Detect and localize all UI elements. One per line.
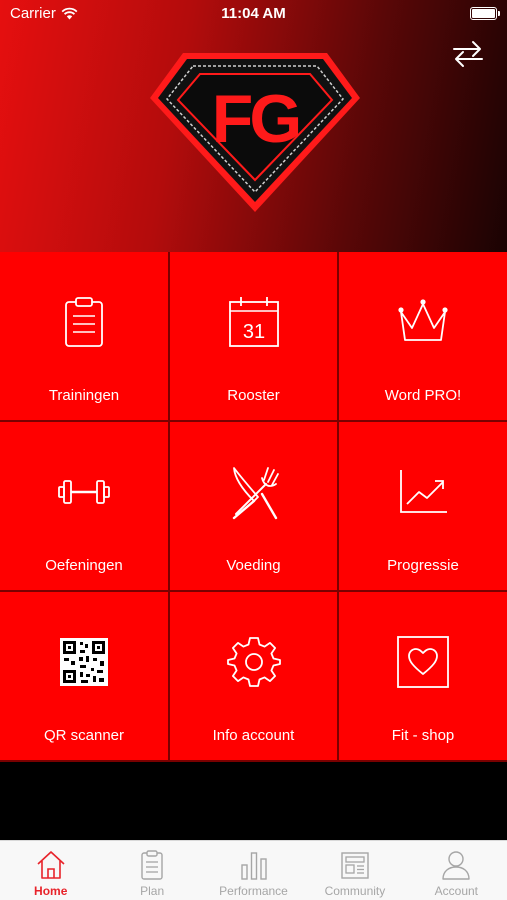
tile-info-account[interactable]: Info account	[170, 592, 339, 762]
tab-account[interactable]: Account	[406, 841, 507, 900]
crown-icon	[398, 299, 448, 341]
tile-word-pro[interactable]: Word PRO!	[339, 252, 507, 422]
plan-icon	[141, 850, 163, 880]
clipboard-icon	[65, 297, 103, 347]
tab-label: Account	[434, 884, 478, 898]
tile-voeding[interactable]: Voeding	[170, 422, 339, 592]
tile-label: Rooster	[227, 387, 280, 404]
tile-label: Voeding	[226, 557, 281, 574]
home-icon	[37, 851, 65, 879]
tab-home[interactable]: Home	[0, 841, 101, 900]
logo-text: FG	[212, 81, 299, 157]
brand-logo: FG	[150, 53, 360, 212]
tile-label: Info account	[212, 727, 295, 744]
tab-plan[interactable]: Plan	[101, 841, 202, 900]
tile-progressie[interactable]: Progressie	[339, 422, 507, 592]
tab-label: Home	[34, 884, 68, 898]
trend-chart-icon	[400, 470, 447, 513]
tab-community[interactable]: Community	[304, 841, 405, 900]
calendar-day: 31	[242, 321, 264, 343]
newspaper-icon	[341, 852, 369, 879]
heart-frame-icon	[397, 636, 449, 688]
gear-icon	[226, 637, 281, 687]
tab-bar: Home Plan Performance Community Account	[0, 840, 507, 900]
header: Carrier 11:04 AM FG	[0, 0, 507, 252]
tab-label: Performance	[219, 884, 288, 898]
bar-chart-icon	[240, 852, 267, 880]
status-bar: Carrier 11:04 AM	[0, 0, 507, 28]
tile-qr-scanner[interactable]: QR scanner	[0, 592, 170, 762]
tile-label: Fit - shop	[391, 727, 455, 744]
swap-arrows-icon[interactable]	[451, 36, 485, 70]
tab-performance[interactable]: Performance	[203, 841, 304, 900]
user-icon	[442, 851, 471, 880]
tab-label: Plan	[140, 884, 165, 898]
tile-trainingen[interactable]: Trainingen	[0, 252, 170, 422]
tile-label: QR scanner	[43, 727, 125, 744]
tile-label: Oefeningen	[45, 557, 123, 574]
knife-fork-icon	[232, 467, 279, 520]
tile-oefeningen[interactable]: Oefeningen	[0, 422, 170, 592]
tile-fit-shop[interactable]: Fit - shop	[339, 592, 507, 762]
calendar-icon: 31	[228, 297, 279, 347]
battery-icon	[470, 7, 500, 20]
tile-label: Progressie	[387, 557, 459, 574]
status-time: 11:04 AM	[221, 5, 286, 22]
empty-area	[0, 762, 507, 840]
tile-label: Trainingen	[48, 387, 120, 404]
tile-label: Word PRO!	[384, 387, 462, 404]
qr-code-icon	[60, 638, 108, 686]
tile-rooster[interactable]: 31 Rooster	[170, 252, 339, 422]
menu-grid: Trainingen 31 Rooster Word PRO! Oefening	[0, 252, 507, 762]
dumbbell-icon	[58, 480, 110, 504]
tab-label: Community	[324, 884, 386, 898]
